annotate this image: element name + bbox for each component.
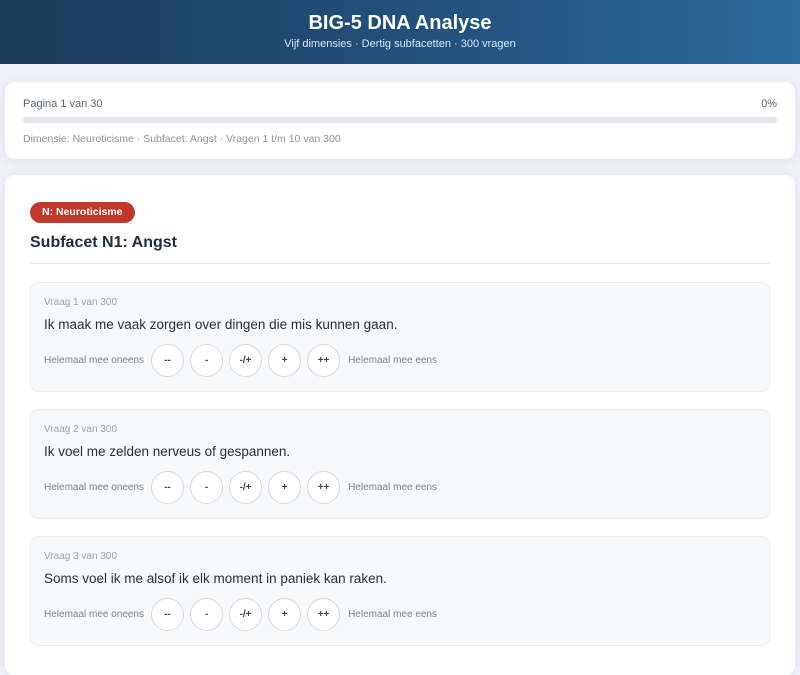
question-card: Vraag 1 van 300 Ik maak me vaak zorgen o… xyxy=(30,282,770,392)
option-strongly-disagree[interactable]: -- xyxy=(151,471,185,504)
option-disagree[interactable]: - xyxy=(190,344,224,377)
option-strongly-disagree[interactable]: -- xyxy=(151,598,185,631)
dimension-badge: N: Neuroticisme xyxy=(30,202,135,223)
question-list: Vraag 1 van 300 Ik maak me vaak zorgen o… xyxy=(30,282,770,646)
option-strongly-agree[interactable]: ++ xyxy=(307,344,341,377)
question-number: Vraag 1 van 300 xyxy=(44,297,118,308)
progress-info: Dimensie: Neuroticisme · Subfacet: Angst… xyxy=(23,133,341,145)
likert-scale: Helemaal mee oneens -- - -/+ + ++ Helema… xyxy=(44,471,756,504)
option-neutral[interactable]: -/+ xyxy=(229,344,263,377)
option-agree[interactable]: + xyxy=(268,598,302,631)
question-card: Vraag 3 van 300 Soms voel ik me alsof ik… xyxy=(30,536,770,646)
likert-scale: Helemaal mee oneens -- - -/+ + ++ Helema… xyxy=(44,344,756,377)
scale-left-label: Helemaal mee oneens xyxy=(44,609,145,620)
question-text: Soms voel ik me alsof ik elk moment in p… xyxy=(44,571,387,586)
scale-left-label: Helemaal mee oneens xyxy=(44,355,145,366)
app-header: BIG-5 DNA Analyse Vijf dimensies · Derti… xyxy=(0,0,800,64)
scale-right-label: Helemaal mee eens xyxy=(348,482,437,493)
question-number: Vraag 2 van 300 xyxy=(44,424,118,435)
subfacet-title: Subfacet N1: Angst xyxy=(30,232,770,264)
option-agree[interactable]: + xyxy=(268,344,302,377)
progress-percent: 0% xyxy=(761,98,777,110)
question-text: Ik maak me vaak zorgen over dingen die m… xyxy=(44,317,398,332)
likert-scale: Helemaal mee oneens -- - -/+ + ++ Helema… xyxy=(44,598,756,631)
page-indicator: Pagina 1 van 30 xyxy=(23,98,103,110)
question-text: Ik voel me zelden nerveus of gespannen. xyxy=(44,444,291,459)
option-disagree[interactable]: - xyxy=(190,471,224,504)
question-number: Vraag 3 van 300 xyxy=(44,551,118,562)
option-neutral[interactable]: -/+ xyxy=(229,598,263,631)
progress-card: Pagina 1 van 30 0% Dimensie: Neuroticism… xyxy=(5,82,795,159)
option-strongly-agree[interactable]: ++ xyxy=(307,598,341,631)
option-agree[interactable]: + xyxy=(268,471,302,504)
option-strongly-agree[interactable]: ++ xyxy=(307,471,341,504)
option-strongly-disagree[interactable]: -- xyxy=(151,344,185,377)
scale-right-label: Helemaal mee eens xyxy=(348,609,437,620)
progress-bar xyxy=(23,117,777,123)
questionnaire-card: N: Neuroticisme Subfacet N1: Angst Vraag… xyxy=(5,175,795,675)
progress-header: Pagina 1 van 30 0% xyxy=(23,97,777,111)
option-disagree[interactable]: - xyxy=(190,598,224,631)
scale-right-label: Helemaal mee eens xyxy=(348,355,437,366)
scale-left-label: Helemaal mee oneens xyxy=(44,482,145,493)
question-card: Vraag 2 van 300 Ik voel me zelden nerveu… xyxy=(30,409,770,519)
app-subtitle: Vijf dimensies · Dertig subfacetten · 30… xyxy=(284,38,516,50)
app-title: BIG-5 DNA Analyse xyxy=(308,12,492,34)
option-neutral[interactable]: -/+ xyxy=(229,471,263,504)
